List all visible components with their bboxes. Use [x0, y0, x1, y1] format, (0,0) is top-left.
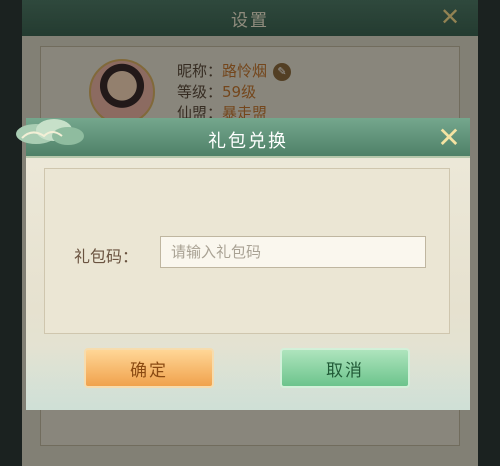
- dialog-title: 礼包兑换: [208, 131, 288, 152]
- dialog-header: 礼包兑换 ✕: [16, 118, 470, 158]
- gift-redeem-dialog: 礼包兑换 ✕ 礼包码： 确定 取消: [16, 118, 470, 410]
- confirm-button[interactable]: 确定: [84, 348, 214, 388]
- gift-code-label: 礼包码：: [74, 247, 139, 266]
- cancel-button[interactable]: 取消: [280, 348, 410, 388]
- gift-code-input[interactable]: [160, 236, 426, 268]
- close-icon[interactable]: ✕: [434, 124, 464, 152]
